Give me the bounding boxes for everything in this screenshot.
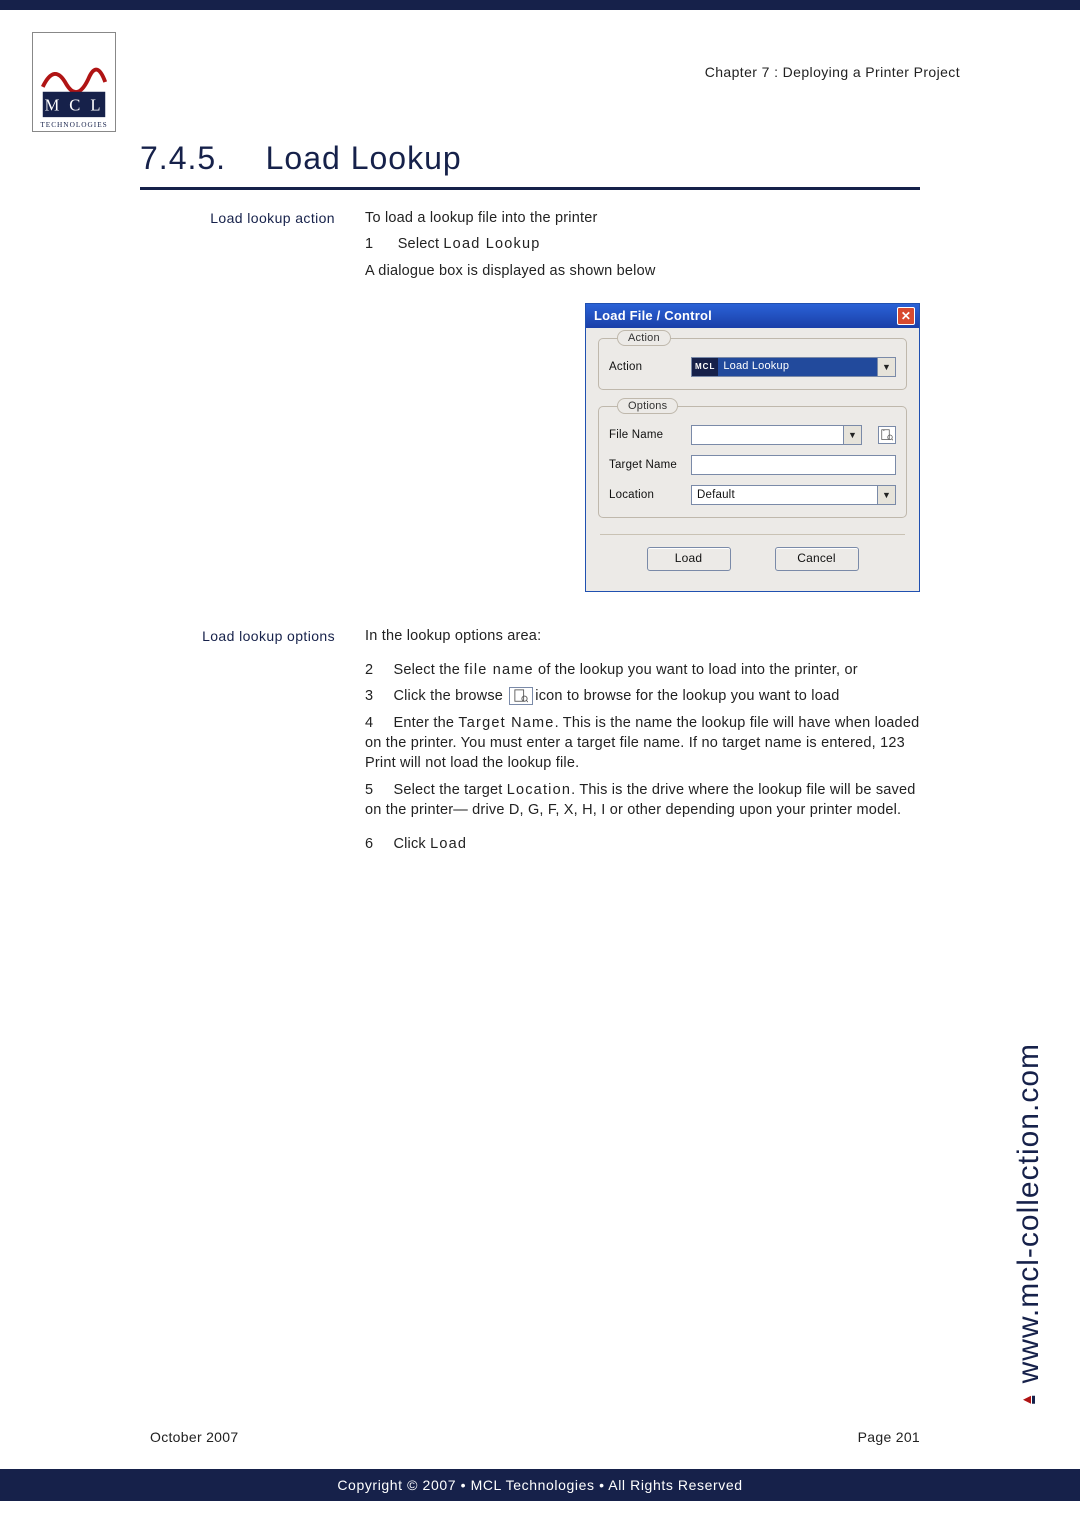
section-title-text: Load Lookup bbox=[266, 140, 462, 176]
side-label-options: Load lookup options bbox=[130, 626, 335, 644]
side-url: www.mcl-collection.com bbox=[1012, 1043, 1046, 1407]
row-location: Location Default ▼ bbox=[609, 485, 896, 505]
row-action: Action MCL Load Lookup ▼ bbox=[609, 357, 896, 377]
browse-icon bbox=[509, 687, 533, 705]
targetname-input[interactable] bbox=[691, 455, 896, 475]
label-location: Location bbox=[609, 487, 681, 503]
logo-text-2: TECHNOLOGIES bbox=[40, 120, 107, 129]
mcl-logo: M C L TECHNOLOGIES bbox=[32, 32, 116, 132]
section-rule bbox=[140, 187, 920, 190]
dialog-load-file: Load File / Control ✕ Action Action MCL bbox=[585, 303, 920, 592]
t: Select the bbox=[393, 662, 464, 678]
t-bold: file name bbox=[464, 662, 534, 678]
t-bold: Load bbox=[430, 836, 467, 852]
logo-text-1: M C L bbox=[45, 95, 104, 114]
dialog-wrap: Load File / Control ✕ Action Action MCL bbox=[365, 303, 920, 592]
group-action: Action Action MCL Load Lookup ▼ bbox=[598, 338, 907, 390]
action-combobox[interactable]: MCL Load Lookup ▼ bbox=[691, 357, 896, 377]
action-post-note: A dialogue box is displayed as shown bel… bbox=[365, 261, 920, 281]
step-num: 5 bbox=[365, 780, 385, 800]
option-step-4: 4 Enter the Target Name. This is the nam… bbox=[365, 713, 920, 774]
page: M C L TECHNOLOGIES Chapter 7 : Deploying… bbox=[0, 0, 1080, 1527]
dialog-buttons: Load Cancel bbox=[598, 547, 907, 585]
options-intro: In the lookup options area: bbox=[365, 626, 920, 646]
bullet-icon bbox=[1022, 1393, 1036, 1407]
dialog-title: Load File / Control bbox=[594, 307, 712, 325]
t: icon to browse for the lookup you want t… bbox=[535, 688, 839, 704]
label-targetname: Target Name bbox=[609, 457, 681, 473]
t: Select the target bbox=[393, 782, 506, 798]
group-options: Options File Name ▼ bbox=[598, 406, 907, 518]
chapter-line: Chapter 7 : Deploying a Printer Project bbox=[705, 64, 960, 80]
t: of the lookup you want to load into the … bbox=[534, 662, 858, 678]
t-bold: Location bbox=[507, 782, 571, 798]
t: Enter the bbox=[393, 715, 458, 731]
step1-bold: Load Lookup bbox=[443, 236, 540, 252]
action-value: Load Lookup bbox=[718, 358, 877, 376]
option-step-6: 6 Click Load bbox=[365, 834, 920, 854]
legend-options: Options bbox=[617, 398, 678, 414]
body-options: In the lookup options area: 2 Select the… bbox=[365, 626, 920, 861]
block-action: Load lookup action To load a lookup file… bbox=[130, 208, 920, 618]
step1-pre: Select bbox=[398, 236, 444, 252]
location-value: Default bbox=[692, 487, 877, 503]
row-targetname: Target Name bbox=[609, 455, 896, 475]
footer-meta: October 2007 Page 201 bbox=[150, 1429, 920, 1445]
action-step-1: 1 Select Load Lookup bbox=[365, 234, 920, 254]
footer-page: Page 201 bbox=[858, 1429, 920, 1445]
chevron-down-icon[interactable]: ▼ bbox=[877, 486, 895, 504]
dialog-separator bbox=[600, 534, 905, 535]
dialog-titlebar: Load File / Control ✕ bbox=[586, 304, 919, 328]
chevron-down-icon[interactable]: ▼ bbox=[843, 426, 861, 444]
location-combobox[interactable]: Default ▼ bbox=[691, 485, 896, 505]
action-prefix-icon: MCL bbox=[692, 358, 718, 376]
top-strip bbox=[0, 0, 1080, 10]
section-number: 7.4.5. bbox=[140, 140, 226, 176]
t: Click bbox=[393, 836, 430, 852]
body-action: To load a lookup file into the printer 1… bbox=[365, 208, 920, 618]
content: Load lookup action To load a lookup file… bbox=[130, 200, 920, 861]
load-button[interactable]: Load bbox=[647, 547, 731, 571]
footer-copyright: Copyright © 2007 • MCL Technologies • Al… bbox=[337, 1477, 742, 1493]
section-title: 7.4.5. Load Lookup bbox=[140, 140, 920, 177]
dialog-body: Action Action MCL Load Lookup ▼ bbox=[586, 328, 919, 591]
footer-date: October 2007 bbox=[150, 1429, 238, 1445]
block-options: Load lookup options In the lookup option… bbox=[130, 626, 920, 861]
option-step-2: 2 Select the file name of the lookup you… bbox=[365, 660, 920, 680]
action-intro: To load a lookup file into the printer bbox=[365, 208, 920, 228]
step-num: 4 bbox=[365, 713, 385, 733]
close-icon[interactable]: ✕ bbox=[897, 307, 915, 325]
side-url-text: www.mcl-collection.com bbox=[1012, 1043, 1045, 1383]
step-num: 2 bbox=[365, 660, 385, 680]
filename-combobox[interactable]: ▼ bbox=[691, 425, 862, 445]
footer-bar: Copyright © 2007 • MCL Technologies • Al… bbox=[0, 1469, 1080, 1501]
option-step-5: 5 Select the target Location. This is th… bbox=[365, 780, 920, 821]
section-header: 7.4.5. Load Lookup bbox=[140, 140, 920, 190]
step-num-1: 1 bbox=[365, 234, 385, 254]
label-action: Action bbox=[609, 359, 681, 375]
t: Click the browse bbox=[393, 688, 507, 704]
step-num: 6 bbox=[365, 834, 385, 854]
side-label-action: Load lookup action bbox=[130, 208, 335, 226]
browse-icon[interactable] bbox=[878, 426, 896, 444]
t-bold: Target Name bbox=[458, 715, 554, 731]
step-num: 3 bbox=[365, 686, 385, 706]
row-filename: File Name ▼ bbox=[609, 425, 896, 445]
chevron-down-icon[interactable]: ▼ bbox=[877, 358, 895, 376]
cancel-button[interactable]: Cancel bbox=[775, 547, 859, 571]
label-filename: File Name bbox=[609, 427, 681, 443]
option-step-3: 3 Click the browse icon to browse for th… bbox=[365, 686, 920, 706]
legend-action: Action bbox=[617, 330, 671, 346]
